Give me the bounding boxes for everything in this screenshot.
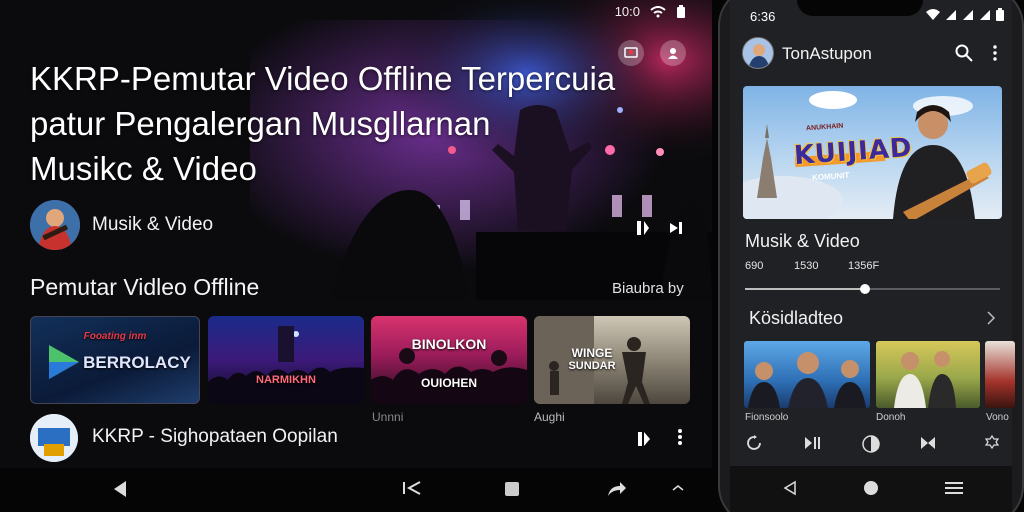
back-icon[interactable] <box>112 480 128 498</box>
skip-icon[interactable] <box>920 435 936 451</box>
app-title: TonAstupon <box>782 44 872 63</box>
thumbnail-caption: Unnni <box>372 410 404 424</box>
thumbnail-title: OUIOHEN <box>420 376 477 390</box>
guitarist-avatar-image <box>30 200 80 250</box>
hero-title-line-1: KKRP-Pemutar Video Offline Terpercuia <box>30 60 616 97</box>
more-vert-icon[interactable] <box>676 428 684 446</box>
signal-icon <box>963 10 973 20</box>
video-thumbnail[interactable] <box>876 341 980 408</box>
main-screen: 10:0 KKRP-Pemutar Video Offline Terpercu… <box>0 0 712 512</box>
section-title: Pemutar Vidleo Offline <box>30 274 260 300</box>
thumbnail-subtitle: Fooating inm <box>83 331 147 342</box>
status-time: 10:0 <box>614 4 640 19</box>
hero-title: KKRP-Pemutar Video Offline Terpercuia pa… <box>30 56 680 191</box>
thumbnail-title: WINGE <box>571 346 613 360</box>
chevron-right-icon[interactable] <box>985 311 997 325</box>
repeat-icon[interactable] <box>746 435 762 451</box>
play-pause-icon[interactable] <box>804 435 822 451</box>
expand-icon[interactable] <box>672 484 684 492</box>
video-thumbnail[interactable]: Fooating inm BERROLACY <box>30 316 200 404</box>
progress-knob[interactable] <box>859 284 870 294</box>
phone-section-title: Musik & Video <box>745 231 860 251</box>
signal-icon <box>946 10 956 20</box>
thumbnail-caption: Donoh <box>876 412 906 423</box>
band-image <box>371 348 527 404</box>
pause-icon[interactable] <box>638 432 650 446</box>
phone-navigation-bar <box>730 466 1012 512</box>
thumbnail-subtitle: BINOLKON <box>411 336 487 352</box>
search-icon[interactable] <box>955 44 973 62</box>
hero-title-line-2: patur Pengalergan Musgllarnan <box>30 105 491 142</box>
hero-title-line-3: Musikc & Video <box>30 150 257 187</box>
more-vert-icon[interactable] <box>992 45 998 61</box>
video-thumbnail[interactable]: WINGE SUNDAR <box>534 316 690 404</box>
thumbnail-title: BERROLACY <box>83 353 191 372</box>
navigation-bar <box>0 468 712 512</box>
section-meta-link[interactable]: Biaubra by <box>612 280 684 297</box>
wifi-icon <box>650 5 666 17</box>
channel-avatar[interactable] <box>30 200 80 250</box>
thumbnail-title: NARMIKHN <box>256 374 316 386</box>
phone-stat: 690 <box>745 260 764 272</box>
queue-icon[interactable] <box>668 220 684 236</box>
settings-icon[interactable] <box>984 435 1000 451</box>
phone-stat: 1356F <box>848 260 880 272</box>
duo-photo-image <box>894 351 956 408</box>
status-bar: 10:0 <box>615 4 686 19</box>
thumbnail-subtitle: SUNDAR <box>568 360 616 372</box>
pause-icon[interactable] <box>636 220 650 236</box>
stop-icon[interactable] <box>503 480 521 498</box>
phone-notch <box>797 0 923 16</box>
back-icon[interactable] <box>782 480 798 496</box>
wifi-icon <box>926 9 940 20</box>
album-art-image <box>30 414 78 462</box>
app-avatar[interactable] <box>742 37 774 69</box>
thumbnail-caption: Aughi <box>534 410 565 424</box>
phone-stat: 1530 <box>794 260 819 272</box>
group-photo-image <box>748 352 866 408</box>
phone-status-icons <box>926 8 1004 21</box>
battery-icon <box>996 8 1004 21</box>
video-thumbnail[interactable] <box>744 341 870 408</box>
battery-icon <box>677 5 685 18</box>
now-playing-title[interactable]: KKRP - Sighopataen Oopilan <box>92 426 338 448</box>
skip-back-icon[interactable] <box>402 480 422 496</box>
menu-icon[interactable] <box>945 481 963 495</box>
video-thumbnail[interactable] <box>985 341 1015 408</box>
share-icon[interactable] <box>606 480 626 498</box>
phone-status-time: 6:36 <box>750 9 776 24</box>
volume-icon[interactable] <box>862 435 880 453</box>
video-thumbnail[interactable]: NARMIKHN <box>208 316 364 404</box>
home-icon[interactable] <box>863 480 879 496</box>
phone-section-title: Kösidladteo <box>749 308 844 328</box>
thumbnail-caption: Vono <box>986 412 1009 423</box>
thumbnail-caption: Fionsoolo <box>745 412 789 423</box>
progress-fill <box>745 288 865 290</box>
video-thumbnail[interactable]: BINOLKON OUIOHEN <box>371 316 527 404</box>
channel-name[interactable]: Musik & Video <box>92 214 213 236</box>
crowd-image <box>208 326 364 404</box>
signal-icon <box>980 10 990 20</box>
row-avatar[interactable] <box>30 414 78 462</box>
